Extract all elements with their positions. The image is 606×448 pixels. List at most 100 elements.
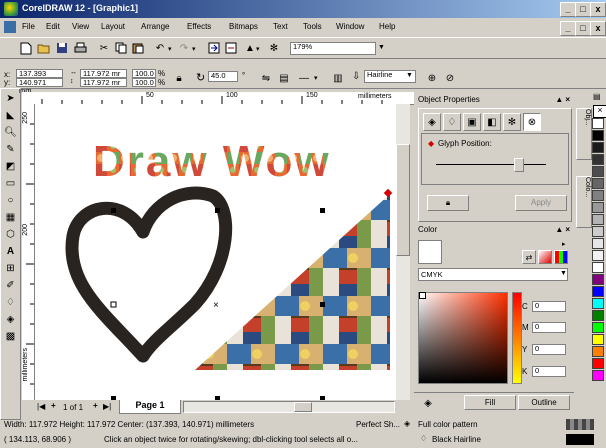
color-docker-header[interactable]: Color ▲ × xyxy=(414,222,574,236)
line-start-icon[interactable]: ― xyxy=(296,70,312,86)
close-button[interactable]: x xyxy=(590,2,606,17)
document-icon[interactable] xyxy=(4,21,16,33)
width-field[interactable]: 117.972 mr xyxy=(80,69,127,78)
undo-icon[interactable]: ↶ xyxy=(152,40,168,56)
cut-icon[interactable]: ✂ xyxy=(96,40,112,56)
palette-swatch[interactable] xyxy=(592,202,604,213)
eyedropper-tool-icon[interactable]: ✐ xyxy=(3,278,18,293)
apply-button[interactable]: Apply xyxy=(515,195,567,211)
glyph-slider-track[interactable] xyxy=(436,164,546,165)
collapse-icon[interactable]: ▲ xyxy=(555,95,563,104)
launcher-dropdown-icon[interactable]: ▾ xyxy=(256,45,260,53)
node-handle[interactable] xyxy=(383,188,393,198)
palette-swatch[interactable] xyxy=(592,262,604,273)
polygon-tool-icon[interactable]: ▦ xyxy=(3,210,18,225)
auto-apply-icon[interactable]: ◈ xyxy=(420,395,436,411)
outline-button[interactable]: Outline xyxy=(518,395,570,410)
app-icon[interactable] xyxy=(4,2,18,16)
freehand-tool-icon[interactable]: ✎ xyxy=(3,142,18,157)
menu-edit[interactable]: Edit xyxy=(46,22,60,31)
m-value-field[interactable]: 0 xyxy=(532,322,566,333)
heart-shape[interactable] xyxy=(65,186,233,363)
lock-button[interactable]: 🔒︎ xyxy=(427,195,469,211)
convert-to-curves-icon[interactable]: ⊕ xyxy=(424,70,440,86)
fill-swatch[interactable] xyxy=(566,419,594,430)
combine-icon[interactable]: ⊘ xyxy=(442,70,458,86)
color-viewers-icon[interactable] xyxy=(538,250,552,264)
minimize-button[interactable]: _ xyxy=(560,2,576,17)
palette-swatch[interactable] xyxy=(592,370,604,381)
doc-close-button[interactable]: x xyxy=(590,21,606,36)
menu-arrange[interactable]: Arrange xyxy=(141,22,169,31)
internet-tab-icon[interactable]: ✻ xyxy=(503,113,521,131)
menu-text[interactable]: Text xyxy=(273,22,288,31)
line-style-dropdown-icon[interactable]: ▾ xyxy=(314,74,318,82)
doc-minimize-button[interactable]: _ xyxy=(560,21,576,36)
color-model-dropdown-icon[interactable]: ▼ xyxy=(560,270,567,277)
color-side-tab[interactable]: Colo... xyxy=(576,176,592,228)
pick-tool-icon[interactable]: ➤ xyxy=(3,91,18,106)
outline-swatch[interactable] xyxy=(566,434,594,445)
doc-maximize-button[interactable]: □ xyxy=(575,21,591,36)
add-page-before-button[interactable]: + xyxy=(51,401,56,410)
color-field-cursor[interactable] xyxy=(419,292,426,299)
open-icon[interactable] xyxy=(36,40,52,56)
copy-icon[interactable] xyxy=(113,40,129,56)
color-model-select[interactable]: CMYK xyxy=(418,268,568,281)
palette-swatch[interactable] xyxy=(592,166,604,177)
outline-tool-icon[interactable]: ♢ xyxy=(3,295,18,310)
menu-file[interactable]: File xyxy=(22,22,35,31)
palette-swatch[interactable] xyxy=(592,334,604,345)
redo-dropdown-icon[interactable]: ▾ xyxy=(192,45,196,53)
menu-window[interactable]: Window xyxy=(336,22,364,31)
vertical-scrollbar[interactable] xyxy=(396,104,410,400)
color-palettes-icon[interactable] xyxy=(554,250,568,264)
fill-tool-icon[interactable]: ◈ xyxy=(3,312,18,327)
palette-swatch[interactable] xyxy=(592,286,604,297)
title-bar[interactable]: CorelDRAW 12 - [Graphic1] _ □ x xyxy=(0,0,606,18)
color-field[interactable] xyxy=(418,292,508,384)
k-value-field[interactable]: 0 xyxy=(532,366,566,377)
to-front-icon[interactable]: ▥ xyxy=(330,70,346,86)
artistic-text[interactable]: Draw Wow xyxy=(93,137,331,186)
export-icon[interactable] xyxy=(223,40,239,56)
basic-shapes-tool-icon[interactable]: ⬡ xyxy=(3,227,18,242)
palette-swatch[interactable] xyxy=(592,178,604,189)
object-properties-header[interactable]: Object Properties ▲ × xyxy=(414,92,574,106)
ellipse-tool-icon[interactable]: ○ xyxy=(3,193,18,208)
x-position-field[interactable]: 137.393 mm xyxy=(16,69,63,86)
general-tab-icon[interactable]: ▣ xyxy=(463,113,481,131)
fill-button[interactable]: Fill xyxy=(464,395,516,410)
shape-tool-icon[interactable]: ◣ xyxy=(3,108,18,123)
hue-slider[interactable] xyxy=(512,292,522,384)
menu-bitmaps[interactable]: Bitmaps xyxy=(229,22,258,31)
palette-swatch[interactable] xyxy=(592,118,604,129)
palette-swatch[interactable] xyxy=(592,322,604,333)
text-tool-icon[interactable]: A xyxy=(3,244,18,259)
scale-x-field[interactable]: 100.0 xyxy=(132,69,156,78)
y-position-field[interactable]: 140.971 mm xyxy=(16,78,63,95)
y-value-field[interactable]: 0 xyxy=(532,344,566,355)
palette-swatch[interactable] xyxy=(592,346,604,357)
zoom-dropdown-icon[interactable]: ▼ xyxy=(378,44,385,51)
first-page-button[interactable]: |◀ xyxy=(37,402,45,411)
redo-icon[interactable]: ↷ xyxy=(176,40,192,56)
palette-swatch[interactable] xyxy=(592,214,604,225)
color-collapse-icon[interactable]: ▲ xyxy=(555,225,563,234)
save-icon[interactable] xyxy=(54,40,70,56)
zoom-level-select[interactable]: 179% xyxy=(290,42,376,55)
vertical-ruler[interactable]: 250 200 millimeters xyxy=(22,104,35,400)
rectangle-tool-icon[interactable]: ▭ xyxy=(3,176,18,191)
palette-swatch[interactable] xyxy=(592,274,604,285)
wrap-text-icon[interactable]: ▤ xyxy=(276,70,292,86)
interactive-blend-tool-icon[interactable]: ⊞ xyxy=(3,261,18,276)
new-icon[interactable] xyxy=(18,40,34,56)
palette-menu-icon[interactable]: ▤ xyxy=(593,92,605,104)
interactive-fill-tool-icon[interactable]: ▩ xyxy=(3,329,18,344)
horizontal-scroll-thumb[interactable] xyxy=(294,402,312,412)
height-field[interactable]: 117.972 mr xyxy=(80,78,127,87)
smart-fill-tool-icon[interactable]: ◩ xyxy=(3,159,18,174)
menu-layout[interactable]: Layout xyxy=(101,22,125,31)
paste-icon[interactable] xyxy=(130,40,146,56)
palette-swatch[interactable] xyxy=(592,142,604,153)
